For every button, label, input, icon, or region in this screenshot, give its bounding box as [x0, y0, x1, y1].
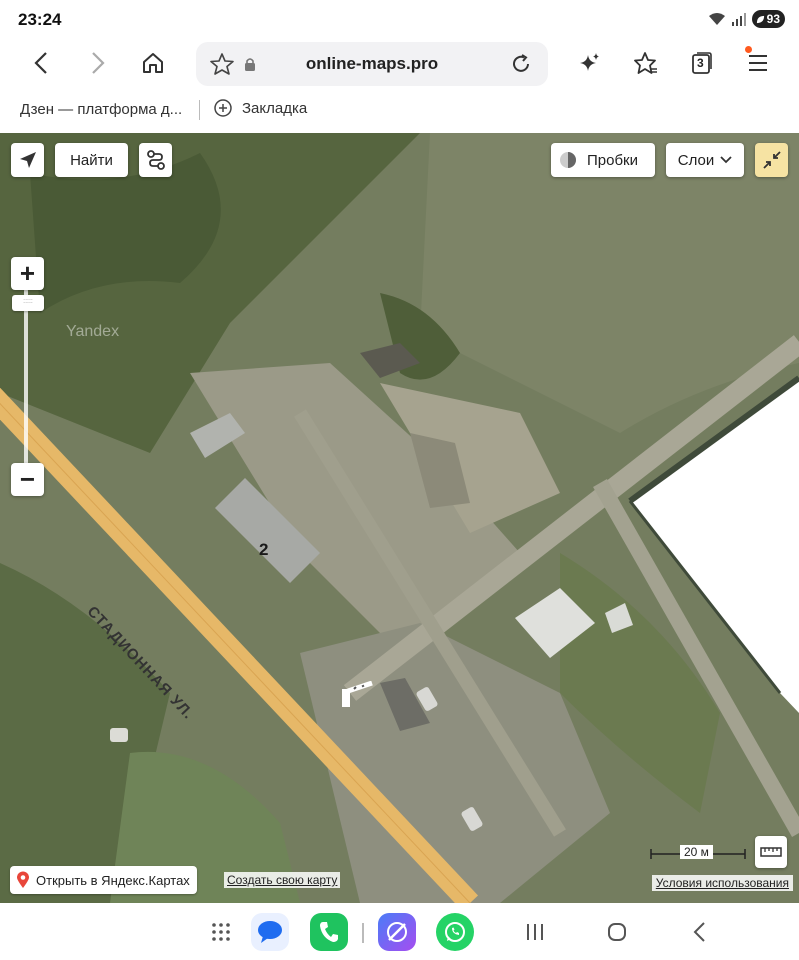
- browser-toolbar: online-maps.pro 3: [0, 40, 799, 90]
- locate-button[interactable]: [11, 143, 44, 177]
- barrier-icon: [342, 681, 373, 707]
- add-bookmark-label: Закладка: [242, 99, 308, 117]
- reload-icon[interactable]: [510, 53, 532, 75]
- battery-level: 93: [766, 12, 780, 26]
- zoom-slider-track[interactable]: [24, 289, 28, 469]
- chevron-down-icon: [720, 156, 732, 164]
- samsung-internet-app[interactable]: [378, 913, 416, 951]
- battery-indicator: 93: [751, 10, 785, 28]
- recents-icon: [527, 924, 543, 940]
- home-button[interactable]: [133, 43, 173, 83]
- home-icon: [143, 53, 163, 73]
- url-text: online-maps.pro: [305, 54, 439, 73]
- menu-icon: [749, 55, 767, 71]
- phone-app[interactable]: [310, 913, 348, 951]
- home-button-icon: [608, 923, 626, 941]
- forward-icon: [92, 52, 105, 74]
- bookmarks-bar: Дзен — платформа д... Закладка: [0, 90, 799, 132]
- layers-label: Слои: [677, 151, 715, 169]
- favorites-icon: [634, 52, 657, 74]
- back-nav-button[interactable]: [680, 913, 718, 951]
- apps-icon: [212, 923, 230, 941]
- dock-divider: [362, 923, 364, 943]
- ruler-button[interactable]: [755, 836, 787, 868]
- signal-icon: [731, 13, 746, 26]
- wifi-icon: [708, 13, 725, 25]
- scale-label: 20 м: [680, 845, 713, 859]
- recents-button[interactable]: [516, 913, 554, 951]
- collapse-icon: [762, 151, 781, 169]
- map-view[interactable]: Yandex СТАДИОННАЯ УЛ. 2 Найти Пробки Сло…: [0, 133, 799, 903]
- browser-icon: [387, 922, 407, 942]
- back-icon: [34, 52, 47, 74]
- add-bookmark[interactable]: Закладка: [214, 99, 307, 117]
- map-pin-icon: [17, 871, 29, 888]
- home-nav-button[interactable]: [598, 913, 636, 951]
- add-circle-icon: [214, 99, 232, 117]
- create-map-link[interactable]: Создать свою карту: [224, 872, 341, 888]
- forward-button[interactable]: [78, 43, 118, 83]
- tab-count: 3: [697, 56, 704, 70]
- notification-dot: [745, 46, 752, 53]
- whatsapp-icon: [445, 922, 465, 942]
- find-button[interactable]: Найти: [55, 143, 128, 177]
- status-bar: 23:24 93: [0, 0, 799, 40]
- route-icon: [146, 150, 165, 170]
- locate-icon: [19, 152, 36, 168]
- back-nav-icon: [693, 922, 705, 942]
- whatsapp-app[interactable]: [436, 913, 474, 951]
- collapse-button[interactable]: [755, 143, 788, 177]
- zoom-out-button[interactable]: −: [11, 463, 44, 496]
- route-button[interactable]: [139, 143, 172, 177]
- ai-assistant-button[interactable]: [570, 43, 610, 83]
- apps-button[interactable]: [202, 913, 240, 951]
- house-number: 2: [259, 540, 269, 559]
- ruler-icon: [760, 847, 782, 857]
- bookmark-dzen[interactable]: Дзен — платформа д...: [20, 101, 182, 118]
- terms-link[interactable]: Условия использования: [651, 875, 793, 891]
- messages-app[interactable]: [251, 913, 289, 951]
- zoom-in-button[interactable]: +: [11, 257, 44, 290]
- status-icons: 93: [708, 10, 785, 28]
- open-in-yandex-button[interactable]: Открыть в Яндекс.Картах: [10, 866, 197, 894]
- traffic-button[interactable]: Пробки: [551, 143, 655, 177]
- open-in-yandex-label: Открыть в Яндекс.Картах: [36, 872, 190, 888]
- menu-button[interactable]: [738, 43, 778, 83]
- back-button[interactable]: [21, 43, 61, 83]
- address-bar[interactable]: online-maps.pro: [196, 42, 548, 86]
- layers-button[interactable]: Слои: [666, 143, 744, 177]
- traffic-icon: [560, 152, 576, 168]
- bookmark-divider: [199, 100, 200, 120]
- favorites-button[interactable]: [626, 43, 666, 83]
- sparkle-icon: [580, 53, 599, 71]
- status-time: 23:24: [18, 10, 62, 29]
- system-nav-bar: [0, 903, 799, 960]
- satellite-imagery: [0, 133, 799, 903]
- zoom-slider-handle[interactable]: :::::: [12, 295, 44, 311]
- messages-icon: [258, 921, 282, 943]
- phone-icon: [320, 922, 338, 942]
- tabs-button[interactable]: 3: [682, 43, 722, 83]
- traffic-label: Пробки: [587, 151, 638, 169]
- yandex-watermark: Yandex: [66, 323, 120, 340]
- leaf-icon: [756, 15, 764, 23]
